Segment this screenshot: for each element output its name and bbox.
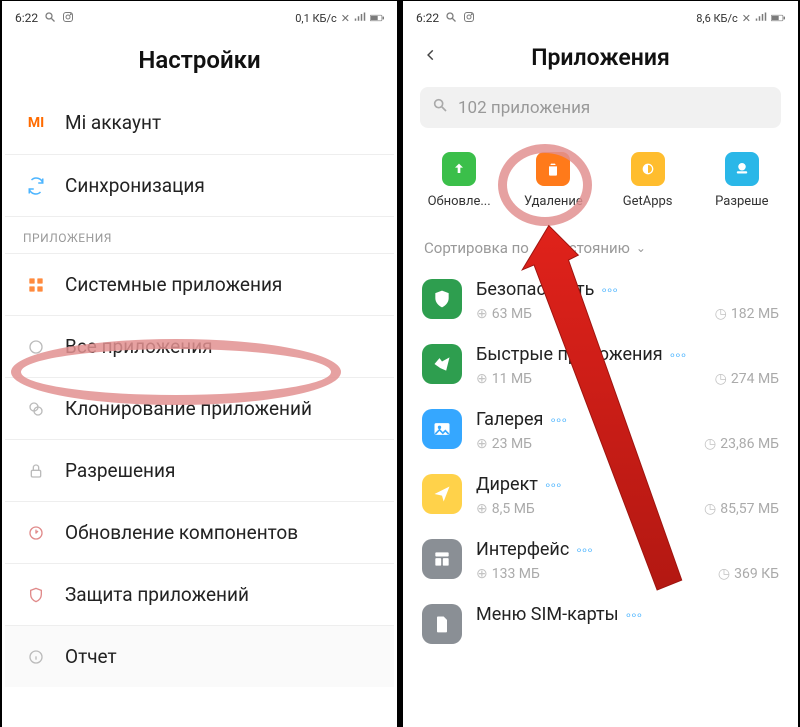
clock-icon: ◷ (715, 306, 727, 322)
app-row[interactable]: Интерфейс∘∘∘ ⊕133 МБ ◷369 КБ (406, 527, 795, 592)
app-name: Интерфейс∘∘∘ (476, 539, 779, 560)
clock-icon: ◷ (715, 371, 727, 387)
row-component-update[interactable]: Обновление компонентов (5, 501, 394, 563)
row-mi-account[interactable]: MI Mi аккаунт (5, 92, 394, 154)
clock-text: 6:22 (416, 11, 439, 25)
battery-icon (771, 12, 785, 25)
trash-icon (536, 152, 570, 186)
phone-settings: 6:22 0,1 КБ/с ✕ Настройки (2, 1, 397, 727)
search-icon (432, 97, 448, 118)
phone-apps: 6:22 8,6 КБ/с ✕ (403, 1, 798, 727)
sort-dropdown[interactable]: Сортировка по стоянию ⌄ (406, 221, 795, 267)
battery-icon (370, 12, 384, 25)
sort-label-prefix: Сортировка по (424, 239, 529, 257)
app-list[interactable]: Безопасность∘∘∘ ⊕63 МБ ◷182 МБ Быстрые п… (406, 267, 795, 654)
row-system-apps[interactable]: Системные приложения (5, 253, 394, 315)
section-apps: ПРИЛОЖЕНИЯ (5, 216, 394, 253)
permissions-icon (725, 152, 759, 186)
network-speed: 0,1 КБ/с (295, 12, 337, 25)
app-icon (422, 539, 462, 579)
getapps-icon (631, 152, 665, 186)
instagram-icon (62, 11, 74, 26)
clock-icon: ◷ (704, 501, 716, 517)
header: Приложения (406, 32, 795, 77)
action-tabs: Обновле... Удаление GetApps Разреше (406, 134, 795, 221)
search-input[interactable]: 102 приложения (420, 87, 781, 128)
app-name: Меню SIM-карты∘∘∘ (476, 604, 779, 625)
shield-icon (21, 586, 51, 604)
page-title: Приложения (446, 44, 755, 71)
lock-icon (21, 462, 51, 480)
app-name: Безопасность∘∘∘ (476, 279, 779, 300)
settings-list[interactable]: MI Mi аккаунт Синхронизация ПРИЛОЖЕНИЯ С… (5, 92, 394, 724)
tab-updates[interactable]: Обновле... (412, 152, 506, 209)
apps-icon (21, 339, 51, 355)
app-icon (422, 409, 462, 449)
app-row[interactable]: Быстрые приложения∘∘∘ ⊕11 МБ ◷274 МБ (406, 332, 795, 397)
sort-label-suffix: стоянию (569, 239, 630, 257)
row-sync[interactable]: Синхронизация (5, 154, 394, 216)
instagram-icon (463, 11, 475, 26)
search-placeholder: 102 приложения (458, 98, 590, 118)
sync-icon (21, 177, 51, 195)
tab-permissions[interactable]: Разреше (695, 152, 789, 209)
app-row[interactable]: Галерея∘∘∘ ⊕23 МБ ◷23,86 МБ (406, 397, 795, 462)
mi-icon: MI (21, 115, 51, 131)
arrow-up-icon (442, 152, 476, 186)
app-name: Галерея∘∘∘ (476, 409, 779, 430)
row-all-apps[interactable]: Все приложения (5, 315, 394, 377)
storage-icon: ⊕ (476, 371, 488, 387)
row-app-protection[interactable]: Защита приложений (5, 563, 394, 625)
row-report[interactable]: Отчет (5, 625, 394, 687)
clock-text: 6:22 (15, 11, 38, 25)
signal-icon (755, 12, 767, 25)
app-icon (422, 474, 462, 514)
app-row[interactable]: Безопасность∘∘∘ ⊕63 МБ ◷182 МБ (406, 267, 795, 332)
search-icon (44, 11, 56, 26)
clock-icon: ◷ (718, 566, 730, 582)
grid-icon (21, 277, 51, 293)
info-icon (21, 649, 51, 665)
tab-delete[interactable]: Удаление (506, 152, 600, 209)
network-speed: 8,6 КБ/с (696, 12, 738, 25)
storage-icon: ⊕ (476, 566, 488, 582)
no-sim-icon: ✕ (341, 12, 350, 25)
page-title: Настройки (5, 32, 394, 92)
row-permissions[interactable]: Разрешения (5, 439, 394, 501)
app-name: Быстрые приложения∘∘∘ (476, 344, 779, 365)
app-name: Директ∘∘∘ (476, 474, 779, 495)
clock-icon: ◷ (704, 436, 716, 452)
status-bar: 6:22 0,1 КБ/с ✕ (5, 4, 394, 32)
app-row[interactable]: Директ∘∘∘ ⊕8,5 МБ ◷85,57 МБ (406, 462, 795, 527)
status-bar: 6:22 8,6 КБ/с ✕ (406, 4, 795, 32)
app-icon (422, 279, 462, 319)
tab-getapps[interactable]: GetApps (601, 152, 695, 209)
update-icon (21, 525, 51, 541)
app-icon (422, 604, 462, 644)
app-icon (422, 344, 462, 384)
app-row[interactable]: Меню SIM-карты∘∘∘ (406, 592, 795, 654)
clone-icon (21, 401, 51, 417)
back-button[interactable] (416, 45, 446, 71)
row-clone-apps[interactable]: Клонирование приложений (5, 377, 394, 439)
search-icon (445, 11, 457, 26)
storage-icon: ⊕ (476, 436, 488, 452)
no-sim-icon: ✕ (742, 12, 751, 25)
chevron-down-icon: ⌄ (636, 241, 646, 255)
storage-icon: ⊕ (476, 306, 488, 322)
signal-icon (354, 12, 366, 25)
storage-icon: ⊕ (476, 501, 488, 517)
